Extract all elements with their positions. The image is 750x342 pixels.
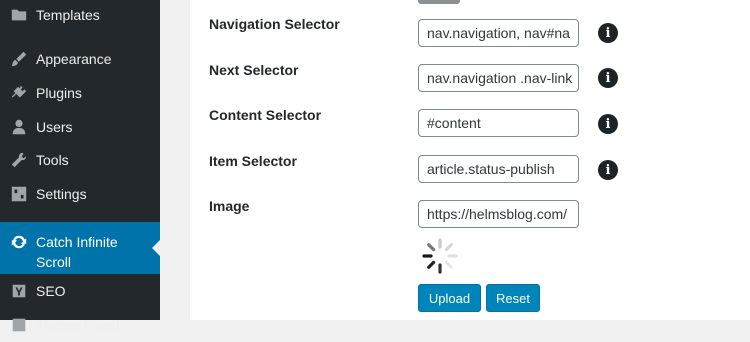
sidebar-item-templates[interactable]: Templates: [0, 0, 160, 32]
content-selector-input[interactable]: #content: [418, 109, 579, 137]
sidebar-item-label: SEO: [36, 283, 66, 299]
image-label: Image: [209, 198, 250, 214]
sidebar-item-label: Plugins: [36, 85, 82, 101]
sidebar-item-users[interactable]: Users: [0, 110, 160, 144]
reset-button[interactable]: Reset: [486, 284, 540, 312]
refresh-icon: [9, 232, 29, 252]
item-selector-input[interactable]: article.status-publish: [418, 155, 579, 183]
folder-icon: [9, 5, 29, 25]
sidebar-item-appearance[interactable]: Appearance: [0, 42, 160, 76]
info-icon[interactable]: i: [598, 23, 618, 43]
sidebar-item-label: Catch Infinite Scroll: [36, 234, 118, 270]
sidebar-item-catch-infinite-scroll[interactable]: Catch Infinite Scroll: [0, 222, 160, 274]
sidebar-item-label: Settings: [36, 186, 87, 202]
yoast-icon: [9, 281, 29, 301]
navigation-selector-input[interactable]: nav.navigation, nav#na: [418, 19, 579, 47]
settings-panel: Navigation Selector nav.navigation, nav#…: [190, 0, 750, 320]
sidebar-item-label: Users: [36, 119, 73, 135]
info-icon[interactable]: i: [598, 68, 618, 88]
sidebar-item-seo[interactable]: SEO: [0, 274, 160, 308]
sidebar-item-plugins[interactable]: Plugins: [0, 76, 160, 110]
info-icon[interactable]: i: [598, 114, 618, 134]
paintbrush-icon: [9, 49, 29, 69]
sidebar-item-label: Tools: [36, 152, 69, 168]
settings-icon: [9, 184, 29, 204]
sidebar-item-tools[interactable]: Tools: [0, 143, 160, 177]
next-selector-input[interactable]: nav.navigation .nav-link: [418, 64, 579, 92]
sidebar-item-label: Theme Panel: [36, 317, 120, 333]
active-indicator: [152, 240, 160, 256]
theme-icon: [9, 315, 29, 335]
sidebar-item-theme-panel[interactable]: Theme Panel: [0, 308, 160, 342]
info-icon[interactable]: i: [598, 160, 618, 180]
sidebar-item-settings[interactable]: Settings: [0, 177, 160, 211]
loading-spinner-icon: [422, 238, 458, 274]
sidebar-item-label: Templates: [36, 7, 100, 23]
upload-button[interactable]: Upload: [418, 284, 481, 312]
item-selector-label: Item Selector: [209, 153, 297, 169]
plug-icon: [9, 83, 29, 103]
sidebar-item-label: Appearance: [36, 51, 112, 67]
user-icon: [9, 117, 29, 137]
admin-sidebar: Templates Appearance Plugins Users Tools…: [0, 0, 160, 333]
content-selector-label: Content Selector: [209, 107, 322, 123]
partial-button[interactable]: [418, 0, 460, 4]
wrench-icon: [9, 150, 29, 170]
navigation-selector-label: Navigation Selector: [209, 16, 340, 32]
image-url-input[interactable]: https://helmsblog.com/: [418, 200, 579, 228]
next-selector-label: Next Selector: [209, 62, 299, 78]
content-gutter: [160, 0, 190, 320]
